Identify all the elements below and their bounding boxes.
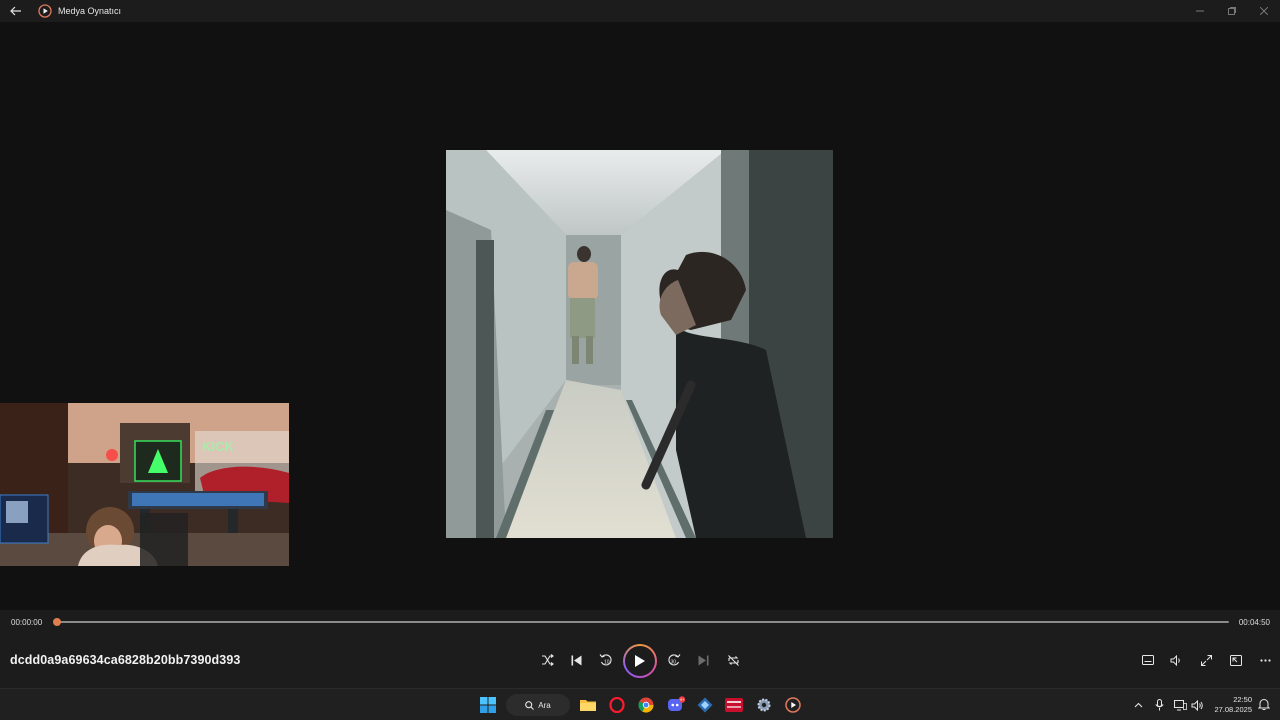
- title-bar: Medya Oynatıcı: [0, 0, 1280, 22]
- notification-bell-icon: [1257, 699, 1271, 710]
- repeat-button[interactable]: [721, 648, 745, 672]
- play-icon: [635, 655, 645, 667]
- notifications-button[interactable]: [1257, 698, 1272, 712]
- volume-button[interactable]: [1164, 648, 1188, 672]
- clock-date: 27.08.2025: [1214, 705, 1252, 714]
- close-button[interactable]: [1248, 0, 1280, 22]
- close-icon: [1260, 7, 1268, 15]
- taskbar-search[interactable]: Ara: [506, 694, 570, 716]
- tray-volume[interactable]: [1190, 698, 1204, 712]
- clock-time: 22:50: [1233, 695, 1252, 704]
- taskbar-discord[interactable]: 9+: [666, 695, 686, 715]
- more-button[interactable]: [1253, 648, 1277, 672]
- seek-bar[interactable]: [53, 618, 1229, 626]
- shuffle-button[interactable]: [535, 648, 559, 672]
- discord-badge: 9+: [680, 698, 684, 702]
- maximize-button[interactable]: [1216, 0, 1248, 22]
- volume-icon: [1170, 654, 1180, 666]
- fullscreen-button[interactable]: [1194, 648, 1218, 672]
- back-arrow-icon: [10, 6, 21, 16]
- webcam-overlay: KICK: [0, 403, 289, 566]
- start-button[interactable]: [478, 695, 498, 715]
- network-icon: [1173, 699, 1187, 710]
- discord-icon: 9+: [668, 696, 685, 711]
- forward-30-icon: 30: [668, 654, 681, 666]
- miniplayer-icon: [1230, 654, 1242, 666]
- taskbar-opera[interactable]: [607, 695, 627, 715]
- taskbar-file-explorer[interactable]: [578, 695, 598, 715]
- chevron-up-icon: [1134, 702, 1142, 708]
- folder-icon: [580, 700, 596, 711]
- fullscreen-icon: [1200, 654, 1212, 666]
- back-button[interactable]: [0, 0, 32, 22]
- tray-network[interactable]: [1173, 698, 1187, 712]
- restore-icon: [1228, 7, 1236, 15]
- taskbar: Ara 9+ 22:50 27.08.2025: [0, 688, 1280, 720]
- taskbar-settings[interactable]: [754, 695, 774, 715]
- gear-icon: [757, 698, 771, 712]
- subtitles-icon: [1142, 655, 1154, 665]
- search-icon: [525, 700, 535, 710]
- media-player-icon: [785, 697, 801, 713]
- forward-30-button[interactable]: 30: [662, 648, 686, 672]
- subtitles-button[interactable]: [1136, 648, 1160, 672]
- windows-logo-icon: [480, 697, 496, 713]
- minimize-icon: [1196, 10, 1204, 12]
- diamond-app-icon: [697, 697, 713, 713]
- previous-button[interactable]: [564, 648, 588, 672]
- svg-text:30: 30: [671, 660, 677, 666]
- taskbar-chrome[interactable]: [636, 695, 656, 715]
- total-time: 00:04:50: [1238, 618, 1270, 627]
- previous-track-icon: [571, 655, 581, 665]
- video-image: [446, 150, 833, 538]
- minimize-button[interactable]: [1184, 0, 1216, 22]
- microphone-icon: [1154, 699, 1164, 711]
- shuffle-icon: [541, 654, 554, 666]
- next-button[interactable]: [691, 648, 715, 672]
- rewind-10-icon: 10: [599, 654, 612, 666]
- voicemod-icon: [725, 698, 743, 712]
- media-player-app-icon: [38, 4, 52, 18]
- video-frame[interactable]: [446, 150, 833, 538]
- tray-overflow[interactable]: [1131, 698, 1145, 712]
- more-icon: [1259, 658, 1271, 662]
- search-label: Ara: [538, 700, 551, 710]
- opera-icon: [609, 697, 625, 713]
- window-title: Medya Oynatıcı: [58, 6, 122, 16]
- repeat-off-icon: [727, 654, 739, 666]
- speaker-icon: [1191, 699, 1203, 711]
- rewind-10-button[interactable]: 10: [594, 648, 618, 672]
- miniplayer-button[interactable]: [1224, 648, 1248, 672]
- chrome-icon: [638, 697, 654, 713]
- player-controls: 00:00:00 00:04:50 dcdd0a9a69634ca6828b20…: [0, 610, 1280, 688]
- next-track-icon: [698, 655, 708, 665]
- taskbar-app-diamond[interactable]: [695, 695, 715, 715]
- taskbar-voicemod[interactable]: [724, 695, 744, 715]
- tray-microphone[interactable]: [1152, 698, 1166, 712]
- play-button[interactable]: [623, 644, 657, 678]
- svg-text:10: 10: [604, 660, 610, 666]
- seek-thumb[interactable]: [53, 618, 61, 626]
- taskbar-clock[interactable]: 22:50 27.08.2025: [1214, 695, 1252, 715]
- taskbar-media-player[interactable]: [783, 695, 803, 715]
- elapsed-time: 00:00:00: [11, 618, 43, 627]
- media-title: dcdd0a9a69634ca6828b20bb7390d393: [10, 653, 241, 667]
- video-viewport[interactable]: KICK: [0, 22, 1280, 610]
- webcam-image: KICK: [0, 403, 289, 566]
